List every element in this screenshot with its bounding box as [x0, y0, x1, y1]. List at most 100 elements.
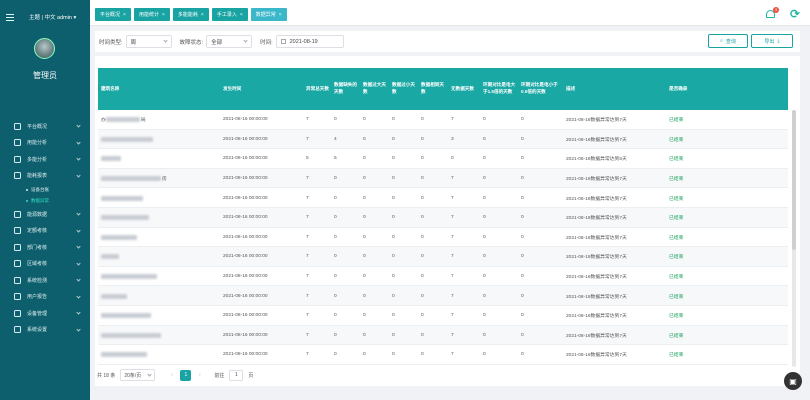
sidebar-item-6[interactable]: 能源数据	[0, 206, 90, 223]
redacted-text	[105, 117, 140, 123]
sidebar-item-7[interactable]: 定额考核	[0, 223, 90, 240]
numeric-cell: 0	[363, 234, 366, 240]
tab-2[interactable]: 多能能耗 ×	[172, 8, 209, 21]
column-header: 异常总天数	[306, 85, 329, 91]
tab-label: 手工录入	[216, 12, 237, 18]
numeric-cell: 0	[521, 176, 524, 182]
tab-1[interactable]: 用能统计 ×	[133, 8, 170, 21]
redacted-text	[101, 156, 121, 162]
tab-0[interactable]: 平台概况 ×	[95, 8, 131, 21]
avatar[interactable]	[34, 38, 55, 59]
screenshot-icon[interactable]: ▣	[784, 372, 802, 390]
export-button[interactable]: 导出 ⤓	[751, 34, 793, 48]
sidebar-item-12[interactable]: 设备管理	[0, 305, 90, 322]
description-cell: 2021-08-16数据异常达到7天	[566, 118, 627, 124]
table-row[interactable]: 房 2021-08-16 00:00:00 7 0 0 0 0 7 0 0 2021-08-16数据…	[98, 168, 788, 189]
table-scrollbar[interactable]	[792, 110, 796, 367]
numeric-cell: 0	[521, 117, 524, 123]
close-icon[interactable]: ×	[240, 12, 243, 18]
table-row[interactable]: 2021-08-16 00:00:00 7 0 0 0 0 7 0 0 2021-08-16数据异…	[98, 267, 788, 287]
status-cell: 已结束	[669, 216, 684, 222]
numeric-cell: 7	[451, 234, 454, 240]
menu-item-icon	[14, 210, 21, 218]
sidebar-item-2[interactable]: 多能分析	[0, 151, 90, 168]
refresh-icon[interactable]: ⟳	[790, 8, 802, 20]
sidebar-item-13[interactable]: 系统设置	[0, 322, 90, 339]
table-row[interactable]: 2021-08-16 00:00:00 7 0 0 0 0 7 0 0 2021-08-16数据异…	[98, 306, 788, 326]
page-size-select[interactable]: 20条/页	[120, 369, 156, 381]
table-row[interactable]: 2021-08-16 00:00:00 5 5 0 0 0 0 0 0 2021-08-16数据异…	[98, 149, 788, 169]
current-page[interactable]: 1	[180, 369, 192, 381]
description-cell: 2021-08-16数据异常达到7天	[566, 177, 627, 183]
table-row[interactable]: 2021-08-16 00:00:00 7 0 0 0 0 7 0 0 2021-08-16数据异…	[98, 247, 788, 267]
search-button[interactable]: ⌕ 查询	[708, 34, 748, 48]
column-header: 数据过小天数	[392, 82, 415, 94]
sidebar-subitem-4[interactable]: 设备台账	[0, 184, 90, 195]
table-row[interactable]: 2021-08-16 00:00:00 7 0 0 0 0 7 0 0 2021-08-16数据异…	[98, 345, 788, 365]
menu-toggle-icon[interactable]	[6, 13, 14, 21]
chevron-down-icon	[243, 38, 248, 43]
numeric-cell: 0	[363, 274, 366, 280]
prev-page-icon[interactable]: ‹	[168, 372, 175, 378]
numeric-cell: 0	[483, 313, 486, 319]
description-cell: 2021-08-16数据异常达到7天	[566, 255, 627, 261]
column-header: 数据过大天数	[363, 82, 386, 94]
goto-page-input[interactable]: 1	[229, 369, 244, 381]
table-row[interactable]: 2021-08-16 00:00:00 7 0 0 0 0 7 0 0 2021-08-16数据异…	[98, 325, 788, 346]
building-name-cell: 房	[98, 169, 218, 189]
table-row[interactable]: 2021-08-16 00:00:00 7 0 0 0 0 7 0 0 2021-08-16数据异…	[98, 286, 788, 306]
sidebar-item-11[interactable]: 用户报告	[0, 289, 90, 306]
occurrence-time: 2021-08-16 00:00:00	[223, 254, 268, 260]
sidebar-item-1[interactable]: 用能分析	[0, 135, 90, 152]
table-row[interactable]: 2021-08-16 00:00:00 7 0 0 0 0 7 0 0 2021-08-16数据异…	[98, 207, 788, 228]
chevron-down-icon	[76, 277, 81, 282]
tab-3[interactable]: 手工录入 ×	[211, 8, 248, 21]
table-row[interactable]: 2021-08-16 00:00:00 7 4 0 0 0 3 0 0 2021-08-16数据异…	[98, 129, 788, 150]
user-menu[interactable]: 主题 | 中文 admin ▾	[29, 13, 76, 21]
filter-bar: 时间类型: 周 故障状态: 全部 时间: 2021-08-19 ⌕ 查询 导出 …	[95, 31, 800, 52]
bell-icon[interactable]: 3	[765, 7, 779, 20]
close-icon[interactable]: ×	[279, 12, 282, 18]
numeric-cell: 7	[306, 234, 309, 240]
numeric-cell: 0	[483, 332, 486, 338]
date-picker[interactable]: 2021-08-19	[275, 35, 344, 48]
redacted-text	[101, 195, 143, 201]
tab-4[interactable]: 数据异常 ×	[250, 8, 287, 21]
numeric-cell: 0	[363, 293, 366, 299]
sidebar-item-10[interactable]: 系统检测	[0, 272, 90, 289]
sidebar-item-9[interactable]: 区域考核	[0, 256, 90, 273]
close-icon[interactable]: ×	[162, 12, 165, 18]
numeric-cell: 0	[521, 352, 524, 358]
redacted-text	[101, 274, 157, 280]
close-icon[interactable]: ×	[123, 12, 126, 18]
status-select[interactable]: 全部	[206, 35, 253, 48]
building-name-cell	[98, 286, 218, 306]
numeric-cell: 0	[363, 176, 366, 182]
chevron-down-icon	[76, 260, 81, 266]
table-row[interactable]: 2021-08-16 00:00:00 7 0 0 0 0 7 0 0 2021-08-16数据异…	[98, 188, 788, 208]
chevron-down-icon	[76, 139, 81, 145]
numeric-cell: 0	[334, 313, 337, 319]
sidebar-item-0[interactable]: 平台概况	[0, 118, 90, 135]
topbar: 平台概况 × 用能统计 × 多能能耗 × 手工录入 × 数据异常 × 3 ⟳	[90, 0, 810, 26]
numeric-cell: 0	[392, 254, 395, 260]
sidebar-subitem-5[interactable]: 数据异常	[0, 195, 90, 206]
numeric-cell: 0	[421, 195, 424, 201]
table-row[interactable]: 办 局 2021-08-16 00:00:00 7 0 0 0 0 7 0 0 2021-08-16…	[98, 110, 788, 130]
occurrence-time: 2021-08-16 00:00:00	[223, 332, 268, 338]
sidebar-item-3[interactable]: 能耗报表	[0, 168, 90, 185]
numeric-cell: 7	[306, 117, 309, 123]
numeric-cell: 0	[521, 313, 524, 319]
description-cell: 2021-08-16数据异常达到7天	[566, 235, 627, 241]
next-page-icon[interactable]: ›	[196, 372, 203, 378]
numeric-cell: 0	[392, 156, 395, 162]
numeric-cell: 0	[334, 332, 337, 338]
close-icon[interactable]: ×	[201, 12, 204, 18]
pagination: 共 18 条 20条/页 ‹ 1 › 前往 1 页	[97, 369, 253, 381]
status-cell: 已结束	[669, 255, 684, 261]
table-row[interactable]: 2021-08-16 00:00:00 7 0 0 0 0 7 0 0 2021-08-16数据异…	[98, 228, 788, 248]
time-type-select[interactable]: 周	[125, 35, 172, 48]
numeric-cell: 0	[392, 352, 395, 358]
sidebar-item-8[interactable]: 部门考核	[0, 239, 90, 256]
menu-item-icon	[14, 155, 21, 163]
